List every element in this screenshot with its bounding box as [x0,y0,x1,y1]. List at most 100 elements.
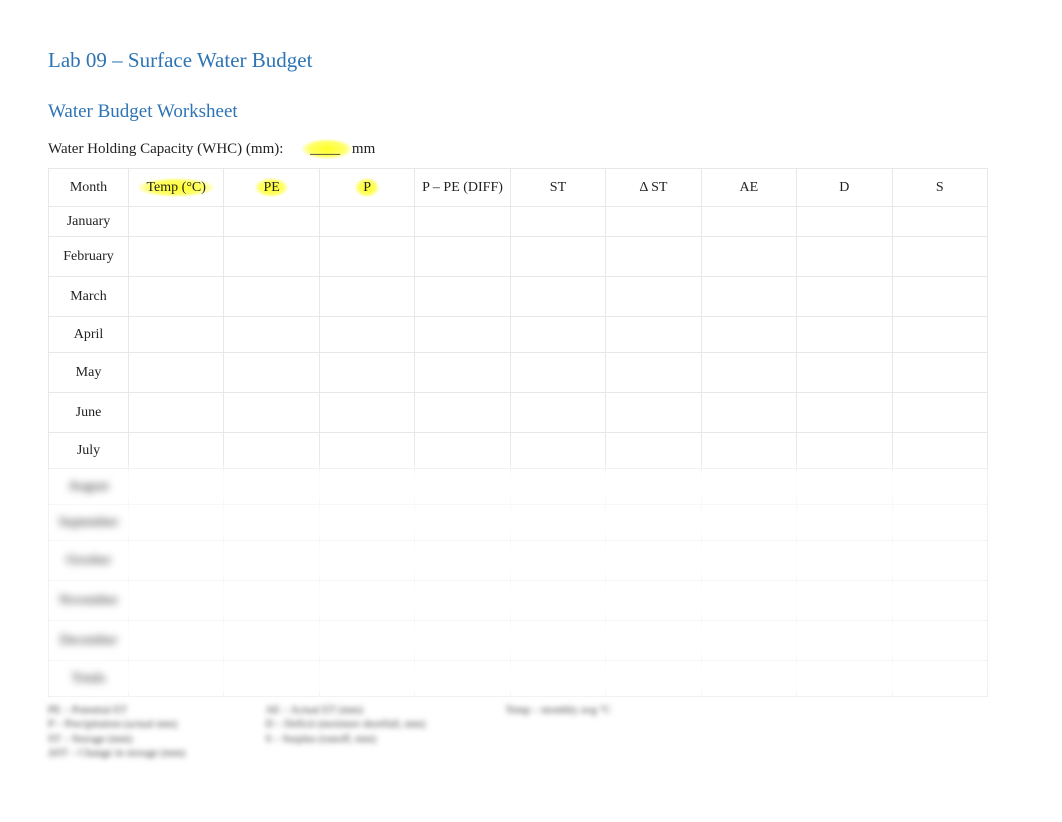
header-ae: AE [701,169,796,207]
data-cell [224,541,319,581]
header-s: S [892,169,988,207]
data-cell [224,581,319,621]
month-cell: September [49,505,129,541]
data-cell [319,621,414,661]
whc-blank-highlight: ____ [302,139,352,159]
data-cell [510,207,605,237]
data-cell [129,469,224,505]
whc-label: Water Holding Capacity (WHC) (mm): [48,141,283,157]
data-cell [415,581,510,621]
legend-col-3: Temp – monthly avg °C [505,703,611,760]
legend-line: AE – Actual ET (mm) [265,703,425,717]
data-cell [797,433,892,469]
data-cell [606,541,701,581]
data-cell [224,277,319,317]
month-cell: May [49,353,129,393]
data-cell [319,505,414,541]
data-cell [224,353,319,393]
data-cell [797,469,892,505]
header-month: Month [49,169,129,207]
data-cell [224,505,319,541]
data-cell [606,393,701,433]
legend-line: Temp – monthly avg °C [505,703,611,717]
header-dst: Δ ST [606,169,701,207]
data-cell [129,661,224,697]
whc-unit: mm [352,141,375,157]
page-title: Lab 09 – Surface Water Budget [48,48,1014,73]
data-cell [892,433,988,469]
table-row: June [49,393,988,433]
data-cell [319,541,414,581]
whc-line: Water Holding Capacity (WHC) (mm): ____ … [48,141,1014,158]
data-cell [224,661,319,697]
data-cell [510,661,605,697]
data-cell [129,317,224,353]
data-cell [224,393,319,433]
data-cell [415,433,510,469]
data-cell [510,393,605,433]
data-cell [129,207,224,237]
header-diff: P – PE (DIFF) [415,169,510,207]
data-cell [319,277,414,317]
data-cell [319,353,414,393]
data-cell [319,581,414,621]
data-cell [701,433,796,469]
data-cell [606,505,701,541]
table-header-row: Month Temp (°C) PE P P – PE (DIFF) ST Δ … [49,169,988,207]
data-cell [606,433,701,469]
data-cell [510,277,605,317]
table-row-totals: Totals [49,661,988,697]
data-cell [224,207,319,237]
data-cell [224,317,319,353]
data-cell [701,207,796,237]
data-cell [510,581,605,621]
data-cell [319,393,414,433]
data-cell [606,581,701,621]
legend-line: D – Deficit (moisture shortfall, mm) [265,717,425,731]
table-row: January [49,207,988,237]
legend: PE – Potential ET P – Precipitation (act… [48,703,1014,760]
table-row: March [49,277,988,317]
data-cell [129,353,224,393]
table-row: May [49,353,988,393]
data-cell [701,237,796,277]
data-cell [701,469,796,505]
data-cell [892,581,988,621]
data-cell [510,317,605,353]
data-cell [415,393,510,433]
header-temp: Temp (°C) [129,169,224,207]
data-cell [701,541,796,581]
table-row: August [49,469,988,505]
data-cell [606,469,701,505]
header-p-highlight: P [355,178,379,197]
header-p: P [319,169,414,207]
table-row: July [49,433,988,469]
header-d: D [797,169,892,207]
data-cell [797,207,892,237]
data-cell [606,207,701,237]
data-cell [319,469,414,505]
data-cell [319,237,414,277]
month-cell: August [49,469,129,505]
data-cell [606,353,701,393]
whc-blank: ____ [310,141,340,157]
data-cell [510,237,605,277]
table-row: September [49,505,988,541]
data-cell [797,393,892,433]
data-cell [892,317,988,353]
water-budget-table: Month Temp (°C) PE P P – PE (DIFF) ST Δ … [48,168,988,697]
data-cell [319,207,414,237]
data-cell [319,661,414,697]
data-cell [797,317,892,353]
data-cell [224,621,319,661]
legend-line: S – Surplus (runoff, mm) [265,732,425,746]
month-cell: March [49,277,129,317]
data-cell [892,469,988,505]
legend-line: P – Precipitation (actual mm) [48,717,185,731]
month-cell: Totals [49,661,129,697]
data-cell [797,353,892,393]
data-cell [224,469,319,505]
data-cell [415,469,510,505]
header-pe: PE [224,169,319,207]
data-cell [224,237,319,277]
